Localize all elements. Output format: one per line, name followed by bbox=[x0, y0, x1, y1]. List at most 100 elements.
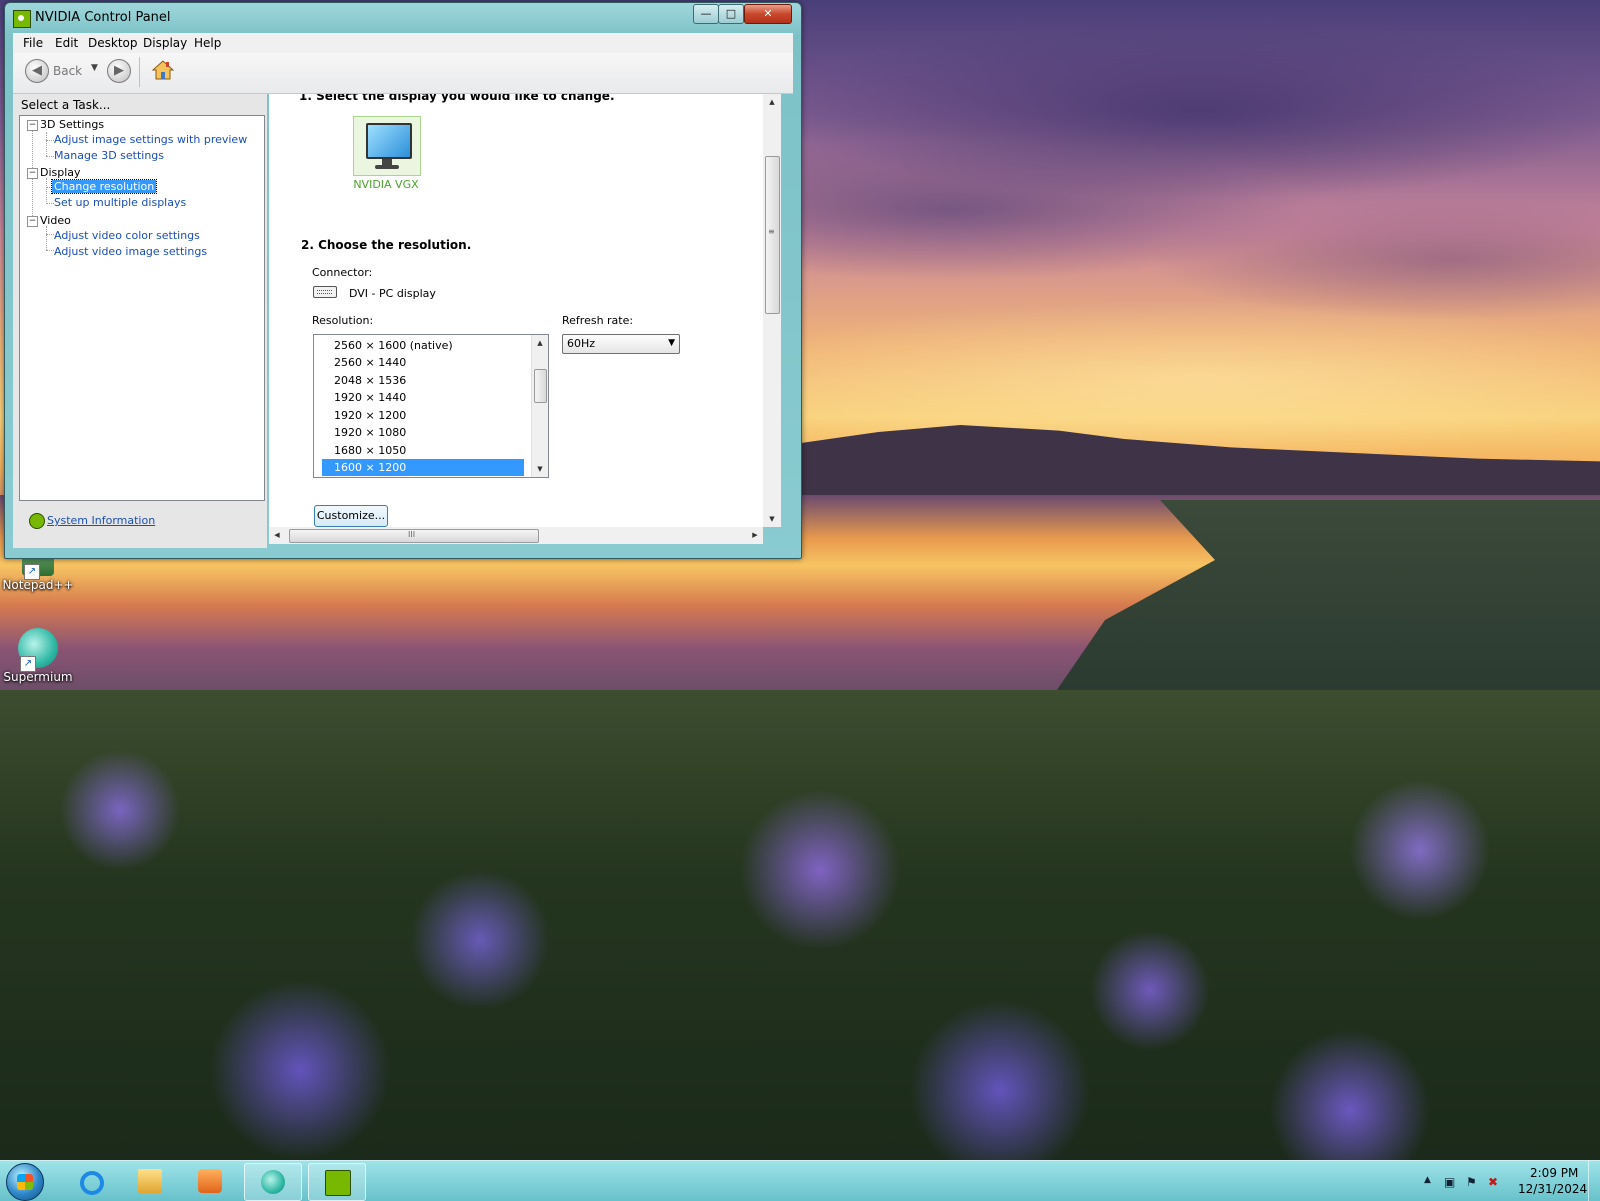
taskbar: ▲ ▣ ⚑ ✖ 2:09 PM 12/31/2024 bbox=[0, 1160, 1600, 1201]
nvidia-app-icon bbox=[13, 10, 31, 28]
taskbar-file-explorer[interactable] bbox=[122, 1163, 178, 1199]
start-button[interactable] bbox=[6, 1163, 44, 1201]
horizontal-scroll-thumb[interactable]: III bbox=[289, 529, 539, 543]
volume-muted-icon[interactable]: ✖ bbox=[1488, 1175, 1498, 1189]
content-vertical-scrollbar[interactable]: ▲ ≡ ▼ bbox=[763, 94, 781, 527]
toolbar-separator bbox=[139, 57, 140, 87]
desktop-icon-label: Notepad++ bbox=[2, 578, 74, 592]
internet-explorer-icon bbox=[80, 1171, 104, 1195]
connector-value: DVI - PC display bbox=[349, 287, 436, 300]
task-pane: Select a Task... − 3D Settings Adjust im… bbox=[13, 94, 267, 548]
content-horizontal-scrollbar[interactable]: ◀ III ▶ bbox=[269, 527, 763, 544]
step-2-heading: 2. Choose the resolution. bbox=[301, 238, 472, 252]
collapse-3d-settings-icon[interactable]: − bbox=[27, 120, 38, 131]
scroll-grip-icon: III bbox=[408, 530, 416, 539]
clock-date[interactable]: 12/31/2024 bbox=[1518, 1182, 1587, 1196]
clock-time[interactable]: 2:09 PM bbox=[1530, 1166, 1578, 1180]
task-adjust-image-settings[interactable]: Adjust image settings with preview bbox=[54, 133, 247, 146]
tree-group-display[interactable]: Display bbox=[40, 166, 81, 179]
menu-edit[interactable]: Edit bbox=[55, 36, 78, 50]
task-adjust-video-image[interactable]: Adjust video image settings bbox=[54, 245, 207, 258]
media-player-icon bbox=[198, 1169, 222, 1193]
supermium-icon bbox=[261, 1170, 285, 1194]
home-icon[interactable] bbox=[151, 59, 175, 81]
back-button-label[interactable]: Back bbox=[53, 64, 82, 78]
display-name-label[interactable]: NVIDIA VGX bbox=[343, 178, 429, 191]
system-information-link[interactable]: System Information bbox=[47, 514, 155, 527]
resolution-list-scrollbar[interactable]: ▲ ▼ bbox=[531, 335, 548, 477]
scroll-down-arrow-icon[interactable]: ▼ bbox=[532, 461, 548, 477]
step-1-heading: 1. Select the display you would like to … bbox=[299, 94, 615, 103]
window-title: NVIDIA Control Panel bbox=[35, 10, 171, 25]
resolution-option[interactable]: 1920 × 1080 bbox=[322, 424, 524, 441]
show-hidden-icons-chevron-icon[interactable]: ▲ bbox=[1424, 1175, 1431, 1185]
nvidia-control-panel-window[interactable]: NVIDIA Control Panel — □ ✕ File Edit Des… bbox=[4, 2, 802, 559]
resolution-option[interactable]: 2048 × 1536 bbox=[322, 372, 524, 389]
file-explorer-icon bbox=[138, 1169, 162, 1193]
scroll-left-arrow-icon[interactable]: ◀ bbox=[269, 527, 285, 543]
task-manage-3d-settings[interactable]: Manage 3D settings bbox=[54, 149, 164, 162]
refresh-rate-value: 60Hz bbox=[567, 337, 596, 350]
monitor-base bbox=[375, 165, 399, 169]
scroll-right-arrow-icon[interactable]: ▶ bbox=[747, 527, 763, 543]
show-desktop-button[interactable] bbox=[1588, 1161, 1600, 1201]
wallpaper-flower-meadow bbox=[0, 690, 1600, 1160]
content-panel: 1. Select the display you would like to … bbox=[269, 94, 781, 527]
scroll-up-arrow-icon[interactable]: ▲ bbox=[532, 335, 548, 351]
tree-group-video[interactable]: Video bbox=[40, 214, 71, 227]
task-pane-title: Select a Task... bbox=[21, 98, 111, 112]
menu-help[interactable]: Help bbox=[194, 36, 221, 50]
resolution-option[interactable]: 1680 × 1050 bbox=[322, 442, 524, 459]
toolbar: ◀ Back ▼ ▶ bbox=[13, 53, 793, 94]
refresh-rate-dropdown[interactable]: 60Hz ▼ bbox=[562, 334, 680, 354]
close-button[interactable]: ✕ bbox=[744, 4, 792, 24]
refresh-rate-label: Refresh rate: bbox=[562, 314, 634, 327]
task-adjust-video-color[interactable]: Adjust video color settings bbox=[54, 229, 200, 242]
resolution-list[interactable]: 2560 × 1600 (native) 2560 × 1440 2048 × … bbox=[313, 334, 549, 478]
resolution-label: Resolution: bbox=[312, 314, 374, 327]
scroll-down-arrow-icon[interactable]: ▼ bbox=[764, 511, 780, 527]
back-history-dropdown-icon[interactable]: ▼ bbox=[91, 63, 98, 73]
desktop-icon-label: Supermium bbox=[3, 670, 73, 684]
resolution-option-selected[interactable]: 1600 × 1200 bbox=[322, 459, 524, 476]
collapse-video-icon[interactable]: − bbox=[27, 216, 38, 227]
display-selector-tile[interactable] bbox=[353, 116, 421, 176]
taskbar-media-player[interactable] bbox=[182, 1163, 238, 1199]
taskbar-supermium[interactable] bbox=[244, 1163, 302, 1201]
resolution-option[interactable]: 1920 × 1440 bbox=[322, 389, 524, 406]
nvidia-info-icon bbox=[29, 513, 45, 529]
monitor-icon bbox=[366, 123, 412, 159]
shortcut-arrow-icon: ↗ bbox=[24, 564, 40, 580]
resolution-option[interactable]: 2560 × 1600 (native) bbox=[322, 337, 524, 354]
vertical-scroll-thumb[interactable]: ≡ bbox=[765, 156, 780, 314]
back-arrow-icon[interactable]: ◀ bbox=[25, 59, 49, 83]
resolution-scroll-thumb[interactable] bbox=[534, 369, 547, 403]
maximize-button[interactable]: □ bbox=[718, 4, 744, 24]
desktop-icon-supermium[interactable]: ↗ Supermium bbox=[0, 628, 76, 684]
supermium-icon: ↗ bbox=[18, 628, 58, 672]
task-set-up-multiple-displays[interactable]: Set up multiple displays bbox=[54, 196, 186, 209]
menu-file[interactable]: File bbox=[23, 36, 43, 50]
forward-arrow-icon[interactable]: ▶ bbox=[107, 59, 131, 83]
taskbar-nvidia-control-panel[interactable] bbox=[308, 1163, 366, 1201]
connector-label: Connector: bbox=[312, 266, 373, 279]
resolution-option[interactable]: 2560 × 1440 bbox=[322, 354, 524, 371]
title-bar[interactable]: NVIDIA Control Panel — □ ✕ bbox=[5, 3, 801, 31]
menu-bar: File Edit Desktop Display Help bbox=[13, 33, 793, 53]
taskbar-internet-explorer[interactable] bbox=[62, 1163, 118, 1199]
action-center-flag-icon[interactable]: ⚑ bbox=[1466, 1175, 1477, 1189]
network-icon[interactable]: ▣ bbox=[1444, 1175, 1455, 1189]
minimize-button[interactable]: — bbox=[693, 4, 719, 24]
customize-button[interactable]: Customize... bbox=[314, 505, 388, 527]
collapse-display-icon[interactable]: − bbox=[27, 168, 38, 179]
menu-display[interactable]: Display bbox=[143, 36, 187, 50]
shortcut-arrow-icon: ↗ bbox=[20, 656, 36, 672]
chevron-down-icon: ▼ bbox=[668, 338, 675, 348]
menu-desktop[interactable]: Desktop bbox=[88, 36, 138, 50]
tree-group-3d-settings[interactable]: 3D Settings bbox=[40, 118, 104, 131]
scroll-up-arrow-icon[interactable]: ▲ bbox=[764, 94, 780, 110]
scroll-grip-icon: ≡ bbox=[768, 227, 775, 236]
resolution-option[interactable]: 1920 × 1200 bbox=[322, 407, 524, 424]
task-tree: − 3D Settings Adjust image settings with… bbox=[19, 115, 265, 501]
task-change-resolution[interactable]: Change resolution bbox=[50, 179, 158, 194]
